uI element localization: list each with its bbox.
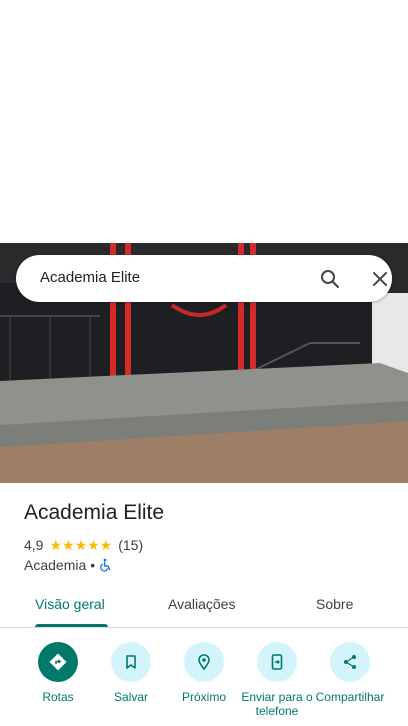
share-label: Compartilhar: [315, 690, 385, 704]
nearby-button[interactable]: Próximo: [164, 642, 244, 704]
save-label: Salvar: [113, 690, 148, 704]
send-to-phone-icon: [271, 654, 283, 670]
bookmark-icon: [126, 655, 136, 669]
active-tab-indicator: [35, 624, 108, 627]
send-to-phone-button[interactable]: Enviar para o telefone: [237, 642, 317, 718]
share-icon: [344, 655, 356, 669]
category-row: Academia •: [24, 556, 113, 574]
rating-value: 4,9: [24, 537, 44, 553]
directions-label: Rotas: [42, 690, 74, 704]
place-title: Academia Elite: [24, 501, 165, 524]
map-area-blank: [0, 0, 408, 243]
save-button[interactable]: Salvar: [91, 642, 171, 704]
separator-dot: •: [90, 557, 96, 573]
tab-reviews[interactable]: Avaliações: [168, 596, 235, 612]
action-bar: Rotas Salvar Próximo Enviar para o telef…: [0, 642, 408, 726]
tab-overview[interactable]: Visão geral: [35, 596, 105, 612]
directions-icon: [49, 653, 67, 671]
send-to-phone-label: Enviar para o telefone: [241, 690, 313, 718]
search-icon[interactable]: [318, 267, 342, 291]
place-category: Academia: [24, 557, 87, 573]
tab-bar: Visão geral Avaliações Sobre: [0, 586, 408, 628]
nearby-icon: [198, 654, 210, 671]
nearby-label: Próximo: [181, 690, 226, 704]
search-bar[interactable]: Academia Elite: [16, 255, 392, 302]
wheelchair-accessible-icon: [99, 558, 113, 572]
tab-about[interactable]: Sobre: [316, 596, 353, 612]
close-icon[interactable]: [368, 267, 392, 291]
star-rating-icon: ★★★★★: [49, 536, 113, 553]
share-button[interactable]: Compartilhar: [310, 642, 390, 704]
rating-row[interactable]: 4,9 ★★★★★ (15): [24, 536, 143, 554]
review-count[interactable]: (15): [118, 537, 143, 553]
directions-button[interactable]: Rotas: [18, 642, 98, 704]
search-input[interactable]: Academia Elite: [40, 269, 140, 286]
